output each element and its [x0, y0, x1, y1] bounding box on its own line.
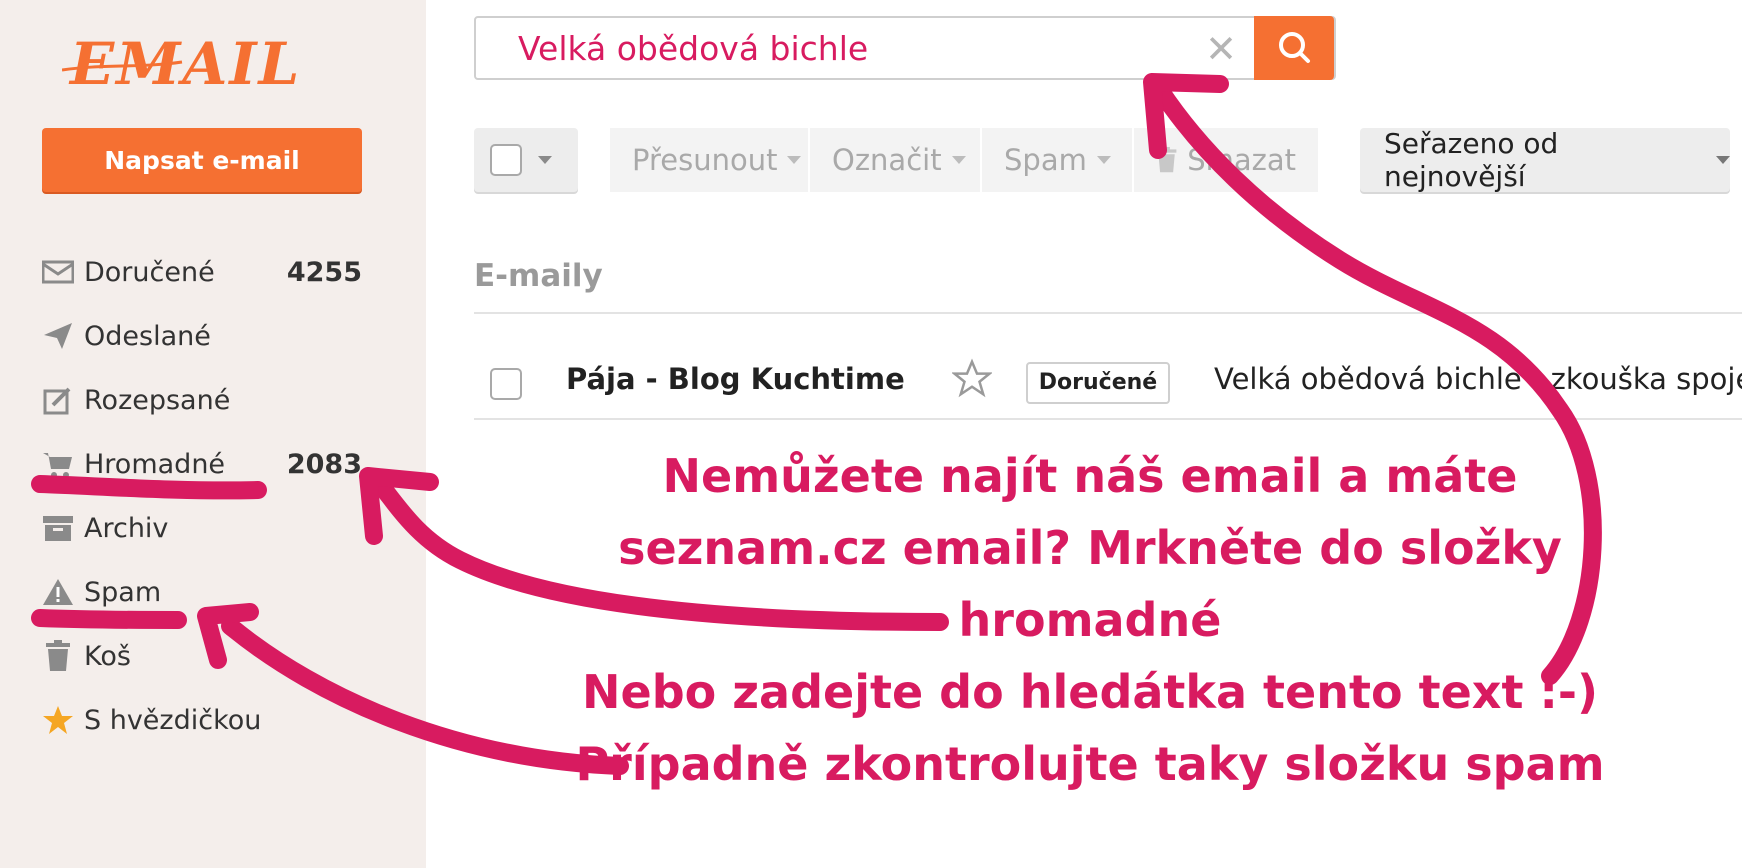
search-input[interactable] — [518, 26, 1238, 70]
sidebar: EMAIL Napsat e-mail Doručené 4255 Odesla… — [0, 0, 426, 868]
star-icon[interactable] — [952, 358, 992, 398]
star-icon — [40, 702, 76, 738]
sidebar-item-label: Archiv — [84, 512, 169, 544]
sidebar-item-bulk[interactable]: Hromadné 2083 — [40, 432, 366, 496]
sidebar-item-archive[interactable]: Archiv — [40, 496, 366, 560]
search-box: ✕ — [474, 16, 1336, 80]
chevron-down-icon — [951, 156, 966, 164]
sidebar-item-spam[interactable]: Spam — [40, 560, 366, 624]
folder-badge: Doručené — [1026, 362, 1170, 404]
cart-icon — [40, 446, 76, 482]
envelope-icon — [40, 254, 76, 290]
mark-label: Označit — [832, 143, 942, 177]
annotation-text: Nemůžete najít náš email a máte seznam.c… — [560, 440, 1620, 800]
chevron-down-icon — [787, 156, 802, 164]
delete-label: Smazat — [1187, 143, 1296, 177]
sort-dropdown[interactable]: Seřazeno od nejnovější — [1360, 127, 1730, 193]
chevron-down-icon — [1096, 156, 1111, 164]
annotation-line: Případně zkontrolujte taky složku spam — [575, 737, 1605, 791]
sidebar-item-label: Hromadné — [84, 448, 226, 480]
sidebar-item-sent[interactable]: Odeslané — [40, 304, 366, 368]
row-checkbox[interactable] — [490, 368, 522, 400]
edit-icon — [40, 382, 76, 418]
warning-triangle-icon — [40, 574, 76, 610]
delete-button[interactable]: Smazat — [1134, 128, 1320, 192]
compose-button[interactable]: Napsat e-mail — [42, 128, 362, 192]
folder-list: Doručené 4255 Odeslané Rozepsané Hromadn… — [40, 240, 366, 752]
mark-button[interactable]: Označit — [810, 128, 982, 192]
unread-count: 2083 — [286, 448, 362, 480]
sender-name: Pája - Blog Kuchtime — [566, 362, 905, 396]
trash-icon — [1156, 146, 1177, 173]
email-subject: Velká obědová bichle - zkouška spojení a — [1214, 362, 1742, 396]
trash-icon — [40, 638, 76, 674]
section-title: E-maily — [474, 258, 603, 294]
sidebar-item-trash[interactable]: Koš — [40, 624, 366, 688]
sidebar-item-label: Odeslané — [84, 320, 211, 352]
sidebar-item-label: Koš — [84, 640, 131, 672]
svg-text:EMAIL: EMAIL — [68, 30, 301, 98]
chevron-down-icon — [538, 156, 552, 164]
search-icon — [1279, 32, 1310, 63]
sidebar-item-label: Doručené — [84, 256, 215, 288]
select-all-dropdown[interactable] — [474, 128, 578, 192]
email-row[interactable]: Pája - Blog Kuchtime Doručené Velká oběd… — [474, 348, 1742, 420]
archive-box-icon — [40, 510, 76, 546]
annotation-line: seznam.cz email? Mrkněte do složky — [618, 521, 1562, 575]
sort-label: Seřazeno od nejnovější — [1384, 127, 1559, 193]
sidebar-item-starred[interactable]: S hvězdičkou — [40, 688, 366, 752]
move-label: Přesunout — [632, 143, 778, 177]
spam-label: Spam — [1004, 143, 1087, 177]
sidebar-item-label: S hvězdičkou — [84, 704, 262, 736]
sidebar-item-label: Spam — [84, 576, 162, 608]
select-all-checkbox[interactable] — [490, 144, 522, 176]
annotation-line: Nebo zadejte do hledátka tento text :-) — [582, 665, 1598, 719]
paper-plane-icon — [40, 318, 76, 354]
sidebar-item-label: Rozepsané — [84, 384, 231, 416]
chevron-down-icon — [1716, 156, 1730, 164]
close-icon[interactable]: ✕ — [1200, 28, 1242, 70]
email-logo[interactable]: EMAIL — [62, 28, 322, 98]
sidebar-item-drafts[interactable]: Rozepsané — [40, 368, 366, 432]
spam-button[interactable]: Spam — [982, 128, 1134, 192]
annotation-line: hromadné — [958, 593, 1222, 647]
divider — [474, 312, 1742, 314]
annotation-line: Nemůžete najít náš email a máte — [662, 449, 1518, 503]
search-button[interactable] — [1254, 16, 1334, 80]
bulk-actions: Přesunout Označit Spam Smazat — [610, 128, 1330, 192]
unread-count: 4255 — [286, 256, 362, 288]
sidebar-item-inbox[interactable]: Doručené 4255 — [40, 240, 366, 304]
move-button[interactable]: Přesunout — [610, 128, 810, 192]
